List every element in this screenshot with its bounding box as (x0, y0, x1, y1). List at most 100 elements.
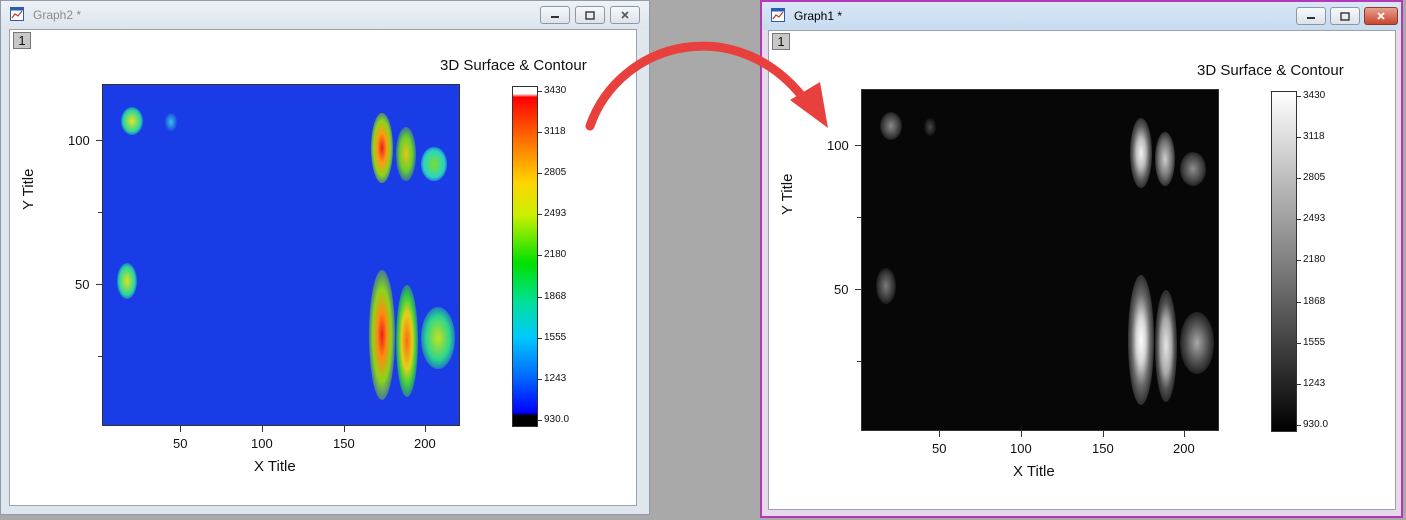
graph1-window[interactable]: Graph1 * 1 3D Surface & Contour Y Title … (760, 0, 1403, 518)
color-scale-label: 3430 (544, 85, 567, 96)
color-scale-label: 3118 (1303, 131, 1325, 142)
graph-page[interactable]: 1 3D Surface & Contour Y Title X Title 1… (9, 29, 637, 506)
color-scale-tick (1297, 178, 1301, 179)
color-scale-label: 1555 (544, 332, 567, 343)
close-button[interactable] (610, 6, 640, 24)
hotspot (421, 307, 455, 369)
color-scale-tick (1297, 343, 1301, 344)
window-title: Graph1 * (794, 9, 843, 23)
x-tick (1103, 431, 1104, 437)
color-scale-label: 1868 (1303, 296, 1326, 307)
y-tick-minor (857, 217, 861, 218)
plot-title: 3D Surface & Contour (1197, 62, 1344, 79)
x-tick-label: 50 (173, 436, 188, 451)
y-tick (855, 145, 861, 146)
hotspot (924, 118, 936, 136)
color-scale-label: 1868 (544, 291, 567, 302)
maximize-button[interactable] (1330, 7, 1360, 25)
y-tick-label: 50 (834, 282, 849, 297)
y-tick (96, 284, 102, 285)
close-icon (621, 11, 629, 19)
color-scale-label: 2805 (544, 167, 567, 178)
color-scale-tick (1297, 425, 1301, 426)
color-scale-tick (1297, 384, 1301, 385)
color-scale-tick (538, 91, 542, 92)
contour-plot-area[interactable] (102, 84, 460, 426)
color-scale-label: 1555 (1303, 337, 1326, 348)
window-title: Graph2 * (33, 8, 82, 22)
layer-tab[interactable]: 1 (13, 32, 31, 49)
color-scale-tick (538, 420, 542, 421)
x-tick-label: 100 (1010, 441, 1032, 456)
hotspot (165, 113, 177, 131)
layer-tab[interactable]: 1 (772, 33, 790, 50)
color-scale-tick (1297, 219, 1301, 220)
x-tick-label: 200 (1173, 441, 1195, 456)
hotspot (1128, 275, 1154, 405)
x-tick-label: 150 (1092, 441, 1114, 456)
y-axis-title: Y Title (779, 173, 796, 215)
title-bar[interactable]: Graph2 * (1, 1, 649, 29)
minimize-button[interactable] (540, 6, 570, 24)
hotspot (1155, 290, 1177, 402)
plot-title: 3D Surface & Contour (440, 57, 587, 74)
color-scale-tick (538, 214, 542, 215)
color-scale-labels: 3430 3118 2805 2493 2180 1868 1555 1243 … (538, 85, 598, 427)
y-tick (855, 289, 861, 290)
graph2-window[interactable]: Graph2 * 1 3D Surface & Contour Y Title … (0, 0, 650, 515)
x-tick (939, 431, 940, 437)
hotspot (421, 147, 447, 181)
y-tick-minor (98, 212, 102, 213)
close-icon (1377, 12, 1385, 20)
color-scale[interactable] (1271, 91, 1297, 432)
x-axis-title: X Title (254, 458, 296, 475)
y-tick (96, 140, 102, 141)
maximize-button[interactable] (575, 6, 605, 24)
hotspot (1155, 132, 1175, 186)
color-scale-label: 1243 (1303, 378, 1326, 389)
minimize-button[interactable] (1296, 7, 1326, 25)
y-tick-minor (98, 356, 102, 357)
maximize-icon (585, 10, 595, 20)
color-scale-tick (538, 173, 542, 174)
minimize-icon (551, 16, 559, 18)
color-scale-tick (538, 255, 542, 256)
close-button[interactable] (1364, 7, 1398, 25)
color-scale-label: 2493 (544, 208, 567, 219)
hotspot (396, 285, 418, 397)
maximize-icon (1340, 11, 1350, 21)
color-scale-label: 3118 (544, 126, 566, 137)
hotspot (876, 268, 896, 304)
color-scale-label: 2805 (1303, 172, 1326, 183)
y-axis-title: Y Title (20, 168, 37, 210)
x-tick-label: 100 (251, 436, 273, 451)
graph-window-icon (771, 8, 785, 22)
hotspot (371, 113, 393, 183)
hotspot (369, 270, 395, 400)
color-scale-label: 930.0 (544, 414, 570, 425)
color-scale-label: 3430 (1303, 90, 1326, 101)
x-tick (180, 426, 181, 432)
hotspot (121, 107, 143, 135)
color-scale-tick (1297, 260, 1301, 261)
color-scale[interactable] (512, 86, 538, 427)
hotspot (880, 112, 902, 140)
y-tick-label: 50 (75, 277, 90, 292)
color-scale-tick (1297, 96, 1301, 97)
color-scale-tick (538, 132, 542, 133)
x-tick (344, 426, 345, 432)
color-scale-labels: 3430 3118 2805 2493 2180 1868 1555 1243 … (1297, 90, 1357, 432)
x-tick (1184, 431, 1185, 437)
y-tick-minor (857, 361, 861, 362)
x-tick (1021, 431, 1022, 437)
hotspot (1130, 118, 1152, 188)
graph-page[interactable]: 1 3D Surface & Contour Y Title X Title 1… (768, 30, 1396, 510)
color-scale-tick (538, 379, 542, 380)
x-tick-label: 200 (414, 436, 436, 451)
title-bar[interactable]: Graph1 * (762, 2, 1401, 30)
hotspot (396, 127, 416, 181)
color-scale-tick (538, 338, 542, 339)
contour-plot-area[interactable] (861, 89, 1219, 431)
color-scale-label: 2180 (544, 249, 567, 260)
x-tick-label: 50 (932, 441, 947, 456)
